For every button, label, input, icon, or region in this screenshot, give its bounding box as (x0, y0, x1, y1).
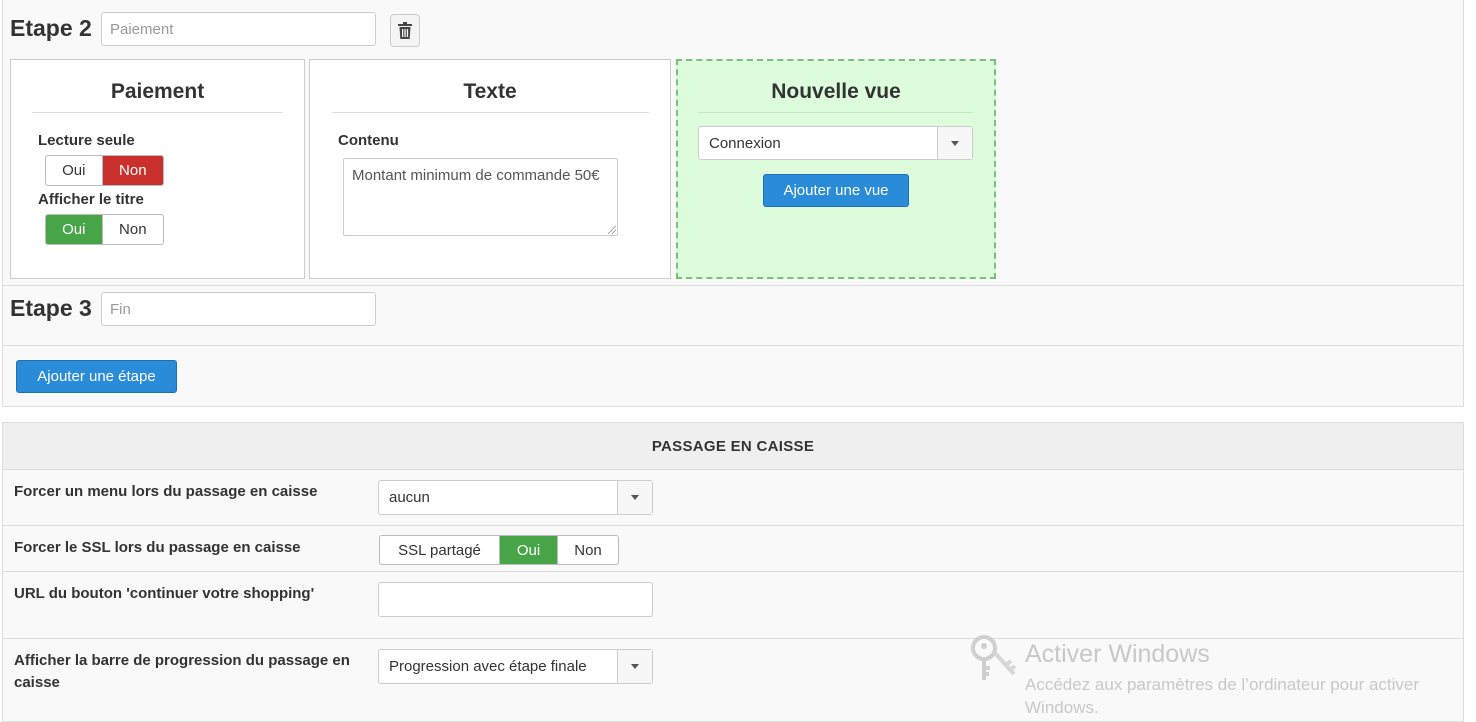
view-separator (332, 112, 649, 113)
read-only-non-button[interactable]: Non (101, 156, 163, 185)
resize-handle-icon[interactable] (608, 226, 616, 234)
row-divider (3, 638, 1463, 639)
ssl-non-button[interactable]: Non (557, 536, 618, 564)
dropdown-arrow (617, 650, 652, 683)
step-2-title: Etape 2 (10, 15, 92, 41)
force-menu-label: Forcer un menu lors du passage en caisse (14, 483, 318, 500)
step-divider (3, 345, 1463, 346)
view-separator (32, 112, 282, 113)
content-label: Contenu (338, 132, 399, 149)
show-title-non-button[interactable]: Non (101, 215, 163, 244)
content-text: Montant minimum de commande 50€ (352, 167, 600, 184)
continue-url-label: URL du bouton 'continuer votre shopping' (14, 585, 315, 602)
watermark-subtitle: Accédez aux paramètres de l’ordinateur p… (1025, 675, 1420, 694)
checkout-header: PASSAGE EN CAISSE (3, 423, 1463, 470)
show-title-oui-button[interactable]: Oui (46, 215, 102, 244)
caret-down-icon (631, 495, 639, 500)
caret-down-icon (951, 140, 959, 146)
progress-bar-value: Progression avec étape finale (389, 658, 587, 675)
read-only-oui-button[interactable]: Oui (46, 156, 102, 185)
row-divider (3, 571, 1463, 572)
read-only-label: Lecture seule (38, 132, 135, 149)
progress-bar-label: Afficher la barre de progression du pass… (14, 652, 350, 691)
step-3-title: Etape 3 (10, 295, 92, 321)
step-3-name-placeholder: Fin (110, 300, 131, 318)
continue-url-input[interactable] (378, 582, 653, 617)
force-menu-select[interactable]: aucun (378, 480, 653, 515)
dropdown-arrow (937, 127, 972, 159)
caret-down-icon (631, 664, 639, 669)
ssl-shared-button[interactable]: SSL partagé (380, 536, 499, 564)
ssl-oui-button[interactable]: Oui (498, 536, 558, 564)
step-2-name-placeholder: Paiement (110, 20, 174, 38)
watermark-subtitle-2: Windows. (1025, 698, 1099, 717)
new-view-title: Nouvelle vue (771, 80, 901, 103)
view-separator (698, 112, 973, 113)
add-step-button[interactable]: Ajouter une étape (16, 360, 177, 393)
content-textarea[interactable]: Montant minimum de commande 50€ (343, 158, 618, 236)
progress-bar-select[interactable]: Progression avec étape finale (378, 649, 653, 684)
force-ssl-label: Forcer le SSL lors du passage en caisse (14, 539, 301, 556)
dropdown-arrow (617, 481, 652, 514)
show-title-label: Afficher le titre (38, 191, 144, 208)
force-menu-value: aucun (389, 489, 430, 506)
trash-icon (398, 22, 412, 39)
new-view-select-value: Connexion (709, 134, 781, 152)
view-title-texte: Texte (463, 80, 517, 103)
view-title-paiement: Paiement (110, 80, 205, 103)
watermark-title: Activer Windows (1025, 640, 1210, 668)
delete-step-button[interactable] (390, 14, 420, 47)
step-divider (3, 285, 1463, 286)
step-3-name-input[interactable]: Fin (101, 292, 376, 326)
force-ssl-toggle: SSL partagé Oui Non (379, 535, 619, 565)
show-title-toggle: Oui Non (45, 214, 164, 245)
add-view-button[interactable]: Ajouter une vue (763, 174, 909, 207)
key-icon (971, 635, 1017, 680)
row-divider (3, 525, 1463, 526)
new-view-select[interactable]: Connexion (698, 126, 973, 160)
read-only-toggle: Oui Non (45, 155, 164, 186)
step-2-name-input[interactable]: Paiement (101, 12, 376, 46)
